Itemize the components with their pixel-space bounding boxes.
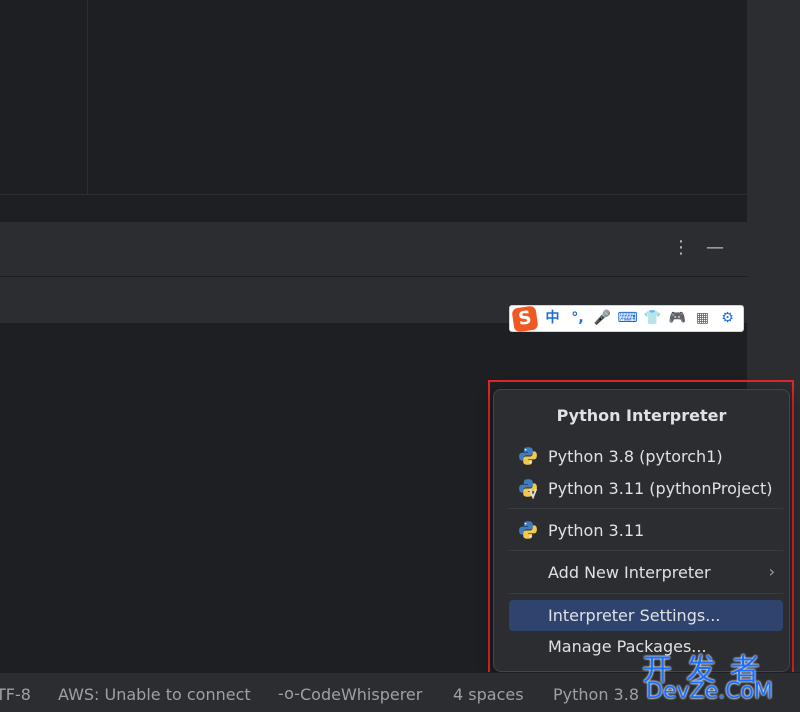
interpreter-item[interactable]: Python 3.11 [509,516,783,544]
ime-toolbar[interactable]: S 中 °, 🎤 ⌨ 👕 🎮 ▦ ⚙ [509,304,744,333]
ime-punct-toggle[interactable]: °, [565,305,590,332]
python-interpreter-popup: Python Interpreter Python 3.8 (pytorch1)… [493,389,790,672]
minimize-icon[interactable]: — [704,238,726,258]
keyboard-icon[interactable]: ⌨ [615,305,640,332]
popup-separator [509,550,783,551]
popup-title: Python Interpreter [556,406,727,425]
editor-area[interactable] [0,0,747,194]
apps-grid-icon[interactable]: ▦ [690,305,715,332]
python-icon [519,447,537,465]
interpreter-settings-label: Interpreter Settings... [548,606,721,625]
popup-separator [509,508,783,509]
watermark-en: DevZe.CoM [646,679,773,704]
interpreter-item[interactable]: Python 3.8 (pytorch1) [509,442,783,470]
interpreter-label: Python 3.11 (pythonProject) [548,478,773,498]
interpreter-label: Python 3.8 (pytorch1) [548,446,723,466]
interpreter-settings-item[interactable]: Interpreter Settings... [509,600,783,631]
editor-bottom-strip [0,194,747,222]
popup-separator [509,593,783,594]
gamepad-icon[interactable]: 🎮 [665,305,690,332]
interpreter-item[interactable]: Python 3.11 (pythonProject) [509,474,783,502]
tool-window-header [0,222,747,276]
codewhisperer-widget[interactable]: CodeWhisperer [300,685,422,704]
skin-icon[interactable]: 👕 [640,305,665,332]
interpreter-label: Python 3.11 [548,520,645,540]
python-venv-icon [519,479,538,499]
ime-logo[interactable]: S [510,304,540,333]
chevron-right-icon: › [768,562,775,581]
add-new-interpreter-item[interactable]: Add New Interpreter › [509,558,783,586]
encoding-widget[interactable]: TF-8 [0,685,31,704]
editor-split-divider[interactable] [87,0,88,194]
interpreter-widget[interactable]: Python 3.8 [553,685,639,704]
more-options-icon[interactable]: ⋮ [672,238,690,258]
aws-status-widget[interactable]: AWS: Unable to connect [58,685,251,704]
ime-lang-toggle[interactable]: 中 [540,305,565,332]
add-new-interpreter-label: Add New Interpreter [548,562,711,582]
commit-icon: -o- [278,684,300,703]
ime-settings-icon[interactable]: ⚙ [715,305,740,332]
python-icon [519,521,537,539]
indent-widget[interactable]: 4 spaces [453,685,524,704]
microphone-icon[interactable]: 🎤 [590,305,615,332]
